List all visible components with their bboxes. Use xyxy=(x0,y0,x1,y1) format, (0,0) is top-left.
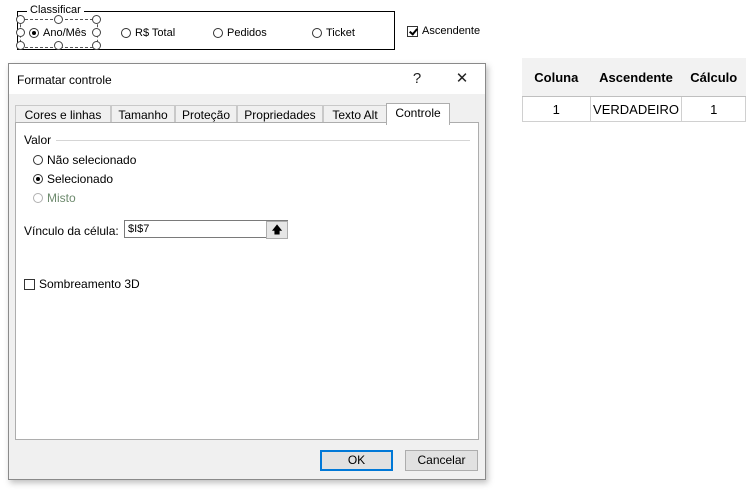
radio-icon xyxy=(312,28,322,38)
checkbox-label: Sombreamento 3D xyxy=(39,277,140,291)
format-control-dialog: Formatar controle ? ✕ Cores e linhas Tam… xyxy=(8,63,486,480)
ok-button[interactable]: OK xyxy=(320,450,393,471)
option-label: Misto xyxy=(47,191,76,205)
radio-icon xyxy=(121,28,131,38)
radio-icon xyxy=(33,174,43,184)
table-header-row: Coluna Ascendente Cálculo xyxy=(522,58,746,97)
checkbox-icon xyxy=(24,278,35,290)
option-nao-selecionado[interactable]: Não selecionado xyxy=(33,153,136,167)
option-label: R$ Total xyxy=(135,27,176,39)
sheet-table-area: Coluna Ascendente Cálculo 1 VERDADEIRO 1 xyxy=(522,58,746,122)
header-calculo: Cálculo xyxy=(681,58,746,97)
option-label: Ano/Mês xyxy=(43,27,87,39)
option-pedidos[interactable]: Pedidos xyxy=(213,27,267,39)
resize-handle-bl[interactable] xyxy=(16,41,25,50)
option-misto: Misto xyxy=(33,191,76,205)
checkbox-label: Ascendente xyxy=(422,25,481,37)
controle-panel: Valor Não selecionado Selecionado Misto … xyxy=(15,122,479,440)
collapse-dialog-button[interactable]: 🡅 xyxy=(266,221,288,239)
option-label: Ticket xyxy=(326,27,355,39)
section-divider xyxy=(56,140,470,141)
cancel-button[interactable]: Cancelar xyxy=(405,450,478,471)
dialog-title: Formatar controle xyxy=(17,73,112,87)
value-section-label: Valor xyxy=(24,133,52,147)
cell-ascendente[interactable]: VERDADEIRO xyxy=(589,96,683,122)
close-icon: ✕ xyxy=(455,70,469,87)
help-button[interactable]: ? xyxy=(402,66,432,90)
resize-handle-tl[interactable] xyxy=(16,15,25,24)
close-button[interactable]: ✕ xyxy=(447,66,477,90)
option-rs-total[interactable]: R$ Total xyxy=(121,27,175,39)
resize-handle-ml[interactable] xyxy=(16,28,25,37)
option-label: Selecionado xyxy=(47,172,114,186)
cell-calculo[interactable]: 1 xyxy=(681,96,746,122)
shading-3d-checkbox[interactable]: Sombreamento 3D xyxy=(24,277,140,291)
ascendente-checkbox[interactable]: Ascendente xyxy=(407,25,480,37)
radio-icon xyxy=(29,28,39,38)
tab-controle[interactable]: Controle xyxy=(386,103,450,125)
dialog-titlebar: Formatar controle ? ✕ xyxy=(9,64,485,94)
header-ascendente: Ascendente xyxy=(590,58,682,97)
upload-arrow-icon: 🡅 xyxy=(271,223,283,236)
radio-icon xyxy=(33,155,43,165)
resize-handle-bc[interactable] xyxy=(54,41,63,50)
cell-link-input[interactable]: $I$7 xyxy=(124,220,288,238)
option-selecionado[interactable]: Selecionado xyxy=(33,172,113,186)
checkbox-icon xyxy=(407,25,418,37)
resize-handle-tc[interactable] xyxy=(54,15,63,24)
cell-link-label: Vínculo da célula: xyxy=(24,224,119,238)
radio-icon xyxy=(213,28,223,38)
cell-coluna[interactable]: 1 xyxy=(522,96,591,122)
header-coluna: Coluna xyxy=(522,58,591,97)
option-label: Pedidos xyxy=(227,27,267,39)
resize-handle-tr[interactable] xyxy=(92,15,101,24)
table-row: 1 VERDADEIRO 1 xyxy=(522,96,746,122)
sort-group-title: Classificar xyxy=(27,4,84,16)
sheet-table: Coluna Ascendente Cálculo 1 VERDADEIRO 1 xyxy=(522,58,746,122)
resize-handle-br[interactable] xyxy=(92,41,101,50)
option-label: Não selecionado xyxy=(47,153,137,167)
option-ano-mes[interactable]: Ano/Mês xyxy=(29,27,86,39)
radio-icon xyxy=(33,193,43,203)
resize-handle-mr[interactable] xyxy=(92,28,101,37)
option-ticket[interactable]: Ticket xyxy=(312,27,355,39)
